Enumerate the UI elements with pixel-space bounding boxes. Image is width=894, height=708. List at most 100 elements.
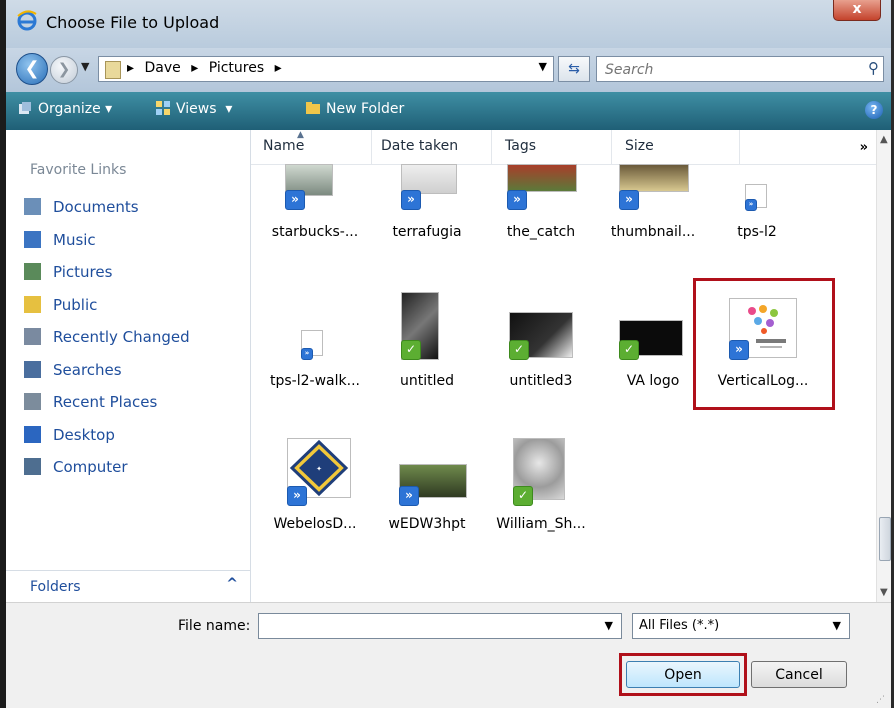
sidebar-item-label: Recently Changed (53, 328, 190, 346)
new-folder-icon (306, 102, 320, 114)
sidebar-item-label: Documents (53, 198, 139, 216)
window-title: Choose File to Upload (46, 13, 220, 32)
recent-places-icon (24, 393, 41, 410)
favorite-links-pane: Favorite Links Documents Music Pictures Pub… (6, 130, 251, 602)
open-button[interactable]: Open (626, 661, 740, 688)
recent-pages-dropdown-icon[interactable]: ▼ (81, 60, 89, 73)
search-icon[interactable]: ⚲ (868, 59, 879, 77)
sidebar-item-public[interactable]: Public (24, 295, 190, 329)
file-item[interactable]: » starbucks-... (259, 164, 371, 254)
sidebar-item-searches[interactable]: Searches (24, 360, 190, 394)
shortcut-badge-icon: » (285, 190, 305, 210)
sidebar-item-desktop[interactable]: Desktop (24, 425, 190, 459)
column-separator[interactable] (491, 130, 492, 164)
file-name: the_catch (506, 224, 576, 240)
column-size[interactable]: Size (625, 138, 654, 154)
column-tags[interactable]: Tags (505, 138, 536, 154)
resize-grip-icon[interactable]: ⋰ (876, 695, 885, 705)
column-name[interactable]: Name (263, 138, 304, 154)
views-button[interactable]: Views ▾ (156, 101, 232, 117)
checkmark-badge-icon: ✓ (509, 340, 529, 360)
file-type-select[interactable]: All Files (*.*) ▼ (632, 613, 850, 639)
organize-label: Organize (38, 101, 101, 117)
file-item[interactable]: » thumbnail... (597, 164, 709, 254)
breadcrumb-pictures[interactable]: Pictures (209, 60, 264, 76)
more-columns-icon[interactable]: » (860, 140, 868, 155)
column-date-taken[interactable]: Date taken (381, 138, 458, 154)
file-name: untitled3 (509, 373, 573, 389)
music-icon (24, 230, 41, 248)
folder-icon (105, 61, 121, 79)
close-button[interactable]: x (833, 0, 881, 21)
file-name-combobox[interactable]: ▼ (258, 613, 622, 639)
file-type-value: All Files (*.*) (639, 618, 720, 633)
file-name: terrafugia (392, 224, 462, 240)
file-item[interactable]: » the_catch (485, 164, 597, 254)
file-name: tps-l2 (737, 224, 777, 240)
sidebar-item-music[interactable]: Music (24, 230, 190, 264)
folders-toggle[interactable]: Folders ^ (6, 570, 251, 602)
search-box[interactable]: ⚲ (596, 56, 884, 82)
file-name: tps-l2-walk... (270, 373, 360, 389)
title-bar[interactable]: Choose File to Upload x (6, 0, 891, 48)
shortcut-badge-icon: » (619, 190, 639, 210)
scroll-down-icon[interactable]: ▼ (880, 587, 888, 598)
refresh-button[interactable]: ⇆ (558, 56, 590, 82)
file-upload-dialog: Choose File to Upload x ❮ ❯ ▼ ▸ Dave ▸ P… (6, 0, 894, 708)
sidebar-item-label: Desktop (53, 425, 115, 444)
back-button[interactable]: ❮ (16, 53, 48, 85)
file-item[interactable]: ✓ untitled3 (485, 290, 597, 390)
pictures-icon (24, 263, 41, 280)
scroll-up-icon[interactable]: ▲ (880, 134, 888, 145)
favorite-links-header: Favorite Links (30, 162, 127, 178)
address-dropdown-icon[interactable]: ▼ (539, 60, 547, 73)
file-item[interactable]: ✓ untitled (371, 290, 483, 390)
search-input[interactable] (603, 59, 847, 81)
command-toolbar: Organize ▾ Views ▾ New Folder ? (6, 92, 891, 130)
forward-button[interactable]: ❯ (50, 56, 78, 84)
views-icon (156, 101, 170, 115)
column-separator[interactable] (371, 130, 372, 164)
column-separator[interactable] (739, 130, 740, 164)
sidebar-item-recently-changed[interactable]: Recently Changed (24, 328, 190, 361)
shortcut-badge-icon: » (287, 486, 307, 506)
shortcut-badge-icon: » (507, 190, 527, 210)
folders-label: Folders (30, 579, 81, 595)
chevron-up-icon[interactable]: ^ (226, 576, 238, 592)
file-name: starbucks-... (271, 224, 359, 240)
sidebar-item-computer[interactable]: Computer (24, 458, 190, 491)
address-bar[interactable]: ▸ Dave ▸ Pictures ▸ ▼ (98, 56, 554, 82)
file-name-input[interactable] (263, 616, 587, 638)
file-item[interactable]: ✓ William_Sh... (485, 420, 597, 532)
shortcut-badge-icon: » (301, 348, 313, 360)
scrollbar-thumb[interactable] (879, 517, 891, 561)
file-item[interactable]: » tps-l2-walk... (259, 290, 371, 390)
cancel-button[interactable]: Cancel (751, 661, 847, 688)
file-name: VerticalLog... (717, 373, 809, 389)
breadcrumb-dave[interactable]: Dave (144, 60, 180, 76)
column-header-row: ▲ Name Date taken Tags Size » (251, 130, 876, 165)
file-item-selected[interactable]: » VerticalLog... (707, 290, 819, 390)
help-icon[interactable]: ? (865, 101, 883, 119)
computer-icon (24, 458, 41, 475)
checkmark-badge-icon: ✓ (619, 340, 639, 360)
file-name: untitled (399, 373, 454, 389)
column-separator[interactable] (611, 130, 612, 164)
organize-button[interactable]: Organize ▾ (18, 101, 112, 117)
sidebar-item-pictures[interactable]: Pictures (24, 263, 190, 296)
svg-text:✦: ✦ (316, 465, 322, 473)
new-folder-label: New Folder (326, 101, 405, 117)
chevron-down-icon[interactable]: ▼ (605, 619, 613, 632)
breadcrumb-separator[interactable]: ▸ (275, 60, 282, 76)
new-folder-button[interactable]: New Folder (306, 101, 404, 117)
sidebar-item-recent-places[interactable]: Recent Places (24, 393, 190, 426)
file-item[interactable]: » tps-l2 (701, 164, 813, 254)
file-item[interactable]: ✦ » WebelosD... (259, 420, 371, 532)
file-item[interactable]: » wEDW3hpt (371, 420, 483, 532)
organize-icon (19, 102, 31, 114)
chevron-down-icon[interactable]: ▼ (833, 619, 841, 632)
file-item[interactable]: » terrafugia (371, 164, 483, 254)
sidebar-item-documents[interactable]: Documents (24, 198, 190, 231)
sidebar-item-label: Music (53, 230, 96, 249)
vertical-scrollbar[interactable]: ▲ ▼ (876, 130, 891, 602)
